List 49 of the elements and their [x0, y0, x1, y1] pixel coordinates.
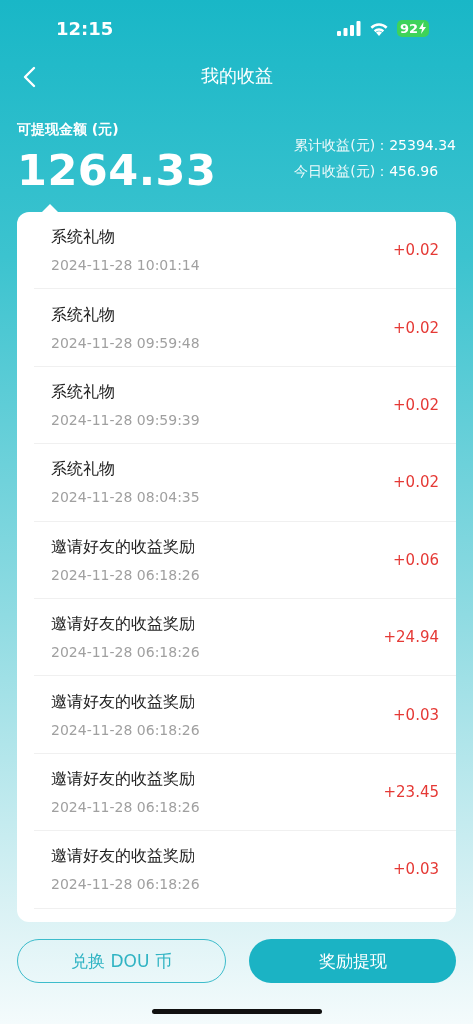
withdrawable-label: 可提现金额 (元) — [17, 121, 120, 139]
record-title: 邀请好友的收益奖励 — [51, 846, 196, 868]
record-time: 2024-11-28 06:18:26 — [51, 566, 201, 583]
stat-label: 今日收益(元)： — [294, 163, 390, 181]
record-time: 2024-11-28 09:59:48 — [51, 334, 201, 351]
record-row[interactable]: 邀请好友的收益奖励 2024-11-28 06:18:26 +0.03 — [34, 676, 456, 754]
back-icon — [22, 66, 36, 88]
balance-amount: 1264.33 — [17, 145, 217, 195]
signal-icon — [336, 20, 361, 36]
record-title: 系统礼物 — [51, 381, 116, 403]
record-time: 2024-11-28 06:18:26 — [51, 721, 201, 738]
record-title: 邀请好友的收益奖励 — [51, 691, 196, 713]
record-amount: +0.02 — [393, 241, 439, 260]
record-title: 邀请好友的收益奖励 — [51, 614, 196, 636]
record-amount: +0.02 — [393, 395, 439, 414]
page-title: 我的收益 — [200, 64, 273, 88]
stat-value: 25394.34 — [389, 137, 456, 155]
record-amount: +24.94 — [383, 628, 439, 647]
record-row[interactable]: 系统礼物 2024-11-28 10:01:14 +0.02 — [34, 212, 456, 290]
battery-indicator: 92 — [396, 19, 429, 37]
record-row[interactable]: 系统礼物 2024-11-28 08:04:35 +0.02 — [34, 444, 456, 522]
record-time: 2024-11-28 09:59:39 — [51, 411, 201, 428]
record-row[interactable]: 系统礼物 2024-11-28 09:59:48 +0.02 — [34, 289, 456, 367]
record-amount: +0.02 — [393, 318, 439, 337]
record-amount: +0.03 — [393, 705, 439, 724]
record-row[interactable]: 邀请好友的收益奖励 2024-11-28 06:18:26 +24.94 — [34, 598, 456, 677]
record-row[interactable]: 系统礼物 2024-11-28 09:59:39 +0.02 — [34, 366, 456, 445]
record-row[interactable]: 邀请好友的收益奖励 2024-11-28 06:18:26 +0.06 — [34, 521, 456, 599]
record-time: 2024-11-28 10:01:14 — [51, 257, 201, 274]
stat-label: 累计收益(元)： — [294, 137, 390, 155]
record-time: 2024-11-28 06:18:26 — [51, 798, 201, 815]
stat-value: 456.96 — [389, 163, 439, 181]
status-time: 12:15 — [56, 17, 115, 39]
record-row[interactable]: 邀请好友的收益奖励 2024-11-28 06:18:26 +0.03 — [34, 831, 456, 909]
record-time: 2024-11-28 06:18:26 — [51, 876, 201, 893]
record-amount: +0.03 — [393, 860, 439, 879]
record-title: 邀请好友的收益奖励 — [51, 768, 196, 790]
record-time: 2024-11-28 08:04:35 — [51, 489, 201, 506]
wifi-icon — [368, 20, 389, 36]
record-amount: +0.06 — [393, 550, 439, 569]
record-title: 系统礼物 — [51, 227, 116, 249]
record-title: 系统礼物 — [51, 304, 116, 326]
record-title: 系统礼物 — [51, 459, 116, 481]
record-amount: +0.02 — [393, 473, 439, 492]
record-row[interactable]: 邀请好友的收益奖励 2024-11-28 06:18:26 +23.45 — [34, 753, 456, 832]
record-title: 邀请好友的收益奖励 — [51, 536, 196, 558]
record-amount: +23.45 — [383, 782, 439, 801]
record-time: 2024-11-28 06:18:26 — [51, 644, 201, 661]
charging-icon — [419, 22, 426, 34]
